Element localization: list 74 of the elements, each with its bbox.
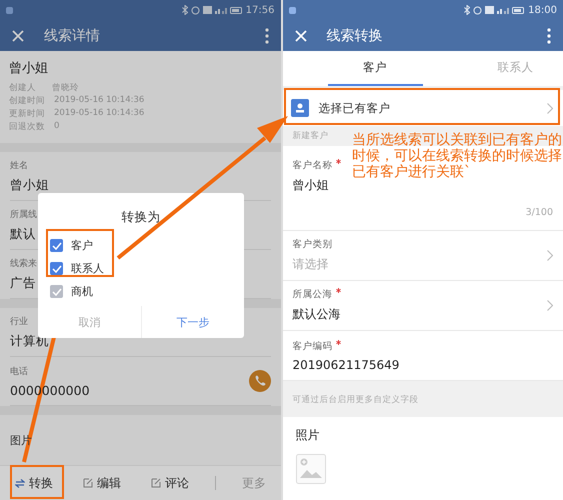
section-label: 新建客户 (292, 130, 328, 142)
hd-icon (202, 6, 212, 14)
status-time: 17:56 (246, 4, 274, 16)
next-step-button[interactable]: 下一步 (142, 306, 244, 338)
highlight-frame (46, 229, 114, 277)
more-options-icon[interactable] (547, 28, 551, 44)
field-label: 行业 (10, 316, 29, 328)
close-icon[interactable] (12, 30, 24, 42)
screen-title: 线索详情 (44, 26, 101, 44)
field-value[interactable]: 20190621175649 (292, 358, 400, 372)
field-label: 所属公海 (292, 288, 332, 301)
chevron-right-icon (547, 250, 553, 261)
field-value: 广告 (10, 274, 37, 292)
field-label: 客户名称 (292, 158, 332, 172)
field-value: 曾小姐 (10, 176, 49, 194)
hint-text: 可通过后台启用更多自定义字段 (292, 394, 418, 406)
checkbox[interactable] (50, 262, 63, 275)
field-label: 所属线 (10, 208, 37, 220)
close-icon[interactable] (294, 30, 306, 42)
edit-icon (83, 478, 93, 488)
meta-label: 创建人 (9, 82, 37, 94)
alarm-icon (473, 6, 482, 14)
field-label: 线索来 (10, 258, 37, 270)
chevron-right-icon (547, 300, 553, 311)
highlight-frame (10, 465, 64, 499)
field-value[interactable]: 默认公海 (292, 306, 340, 323)
bluetooth-icon (182, 5, 188, 15)
meta-label: 回退次数 (9, 121, 45, 133)
battery-icon (512, 6, 526, 14)
bluetooth-icon (464, 5, 470, 15)
field-value: 默认 (10, 226, 37, 242)
phone-call-icon[interactable] (248, 370, 270, 392)
battery-icon (230, 6, 243, 14)
lead-name: 曾小姐 (9, 60, 49, 77)
character-counter: 3/100 (526, 206, 553, 218)
meta-value: 2019-05-16 10:14:36 (54, 95, 144, 107)
meta-label: 更新时间 (9, 108, 45, 120)
meta-label: 创建时间 (9, 95, 45, 107)
person-icon (290, 99, 308, 117)
field-label: 姓名 (10, 160, 29, 172)
signal-icon (214, 6, 227, 14)
action-button[interactable]: 转换 (11, 470, 57, 496)
more-options-icon[interactable] (264, 28, 268, 44)
checkbox[interactable] (50, 239, 63, 252)
field-label: 电话 (10, 366, 29, 378)
meta-value: 曾晓玲 (52, 82, 79, 94)
action-button[interactable]: 编辑 (79, 470, 125, 496)
action-button[interactable]: 评论 (147, 470, 193, 496)
field-label: 客户编码 (292, 340, 332, 352)
chevron-right-icon (547, 102, 553, 114)
required-asterisk-icon (336, 340, 340, 344)
required-asterisk-icon (336, 288, 340, 293)
option-label: 联系人 (71, 261, 104, 276)
tab[interactable]: 客户 (328, 51, 423, 86)
signal-icon (497, 6, 510, 14)
field-label: 照片 (296, 427, 320, 444)
select-existing-customer-row[interactable]: 选择已有客户 (282, 90, 563, 126)
field-value[interactable]: 曾小姐 (292, 176, 328, 194)
annotation-text: 当所选线索可以关联到已有客户的时候，可以在线索转换的时候选择已有客户进行关联` (352, 132, 563, 180)
app-icon (288, 6, 296, 14)
field-label: 客户类别 (292, 238, 332, 251)
required-asterisk-icon (336, 158, 340, 164)
alarm-icon (190, 6, 200, 14)
option-label: 商机 (71, 284, 93, 299)
dialog-title: 转换为 (122, 209, 160, 226)
meta-value: 2019-05-16 10:14:36 (54, 108, 144, 120)
option-label: 客户 (71, 238, 93, 253)
edit-icon (151, 478, 161, 488)
screen-title: 线索转换 (326, 26, 384, 44)
meta-value: 0 (54, 121, 60, 133)
swap-icon (15, 478, 25, 488)
hd-icon (485, 6, 494, 14)
status-time: 18:00 (528, 4, 557, 16)
app-icon (6, 6, 13, 14)
